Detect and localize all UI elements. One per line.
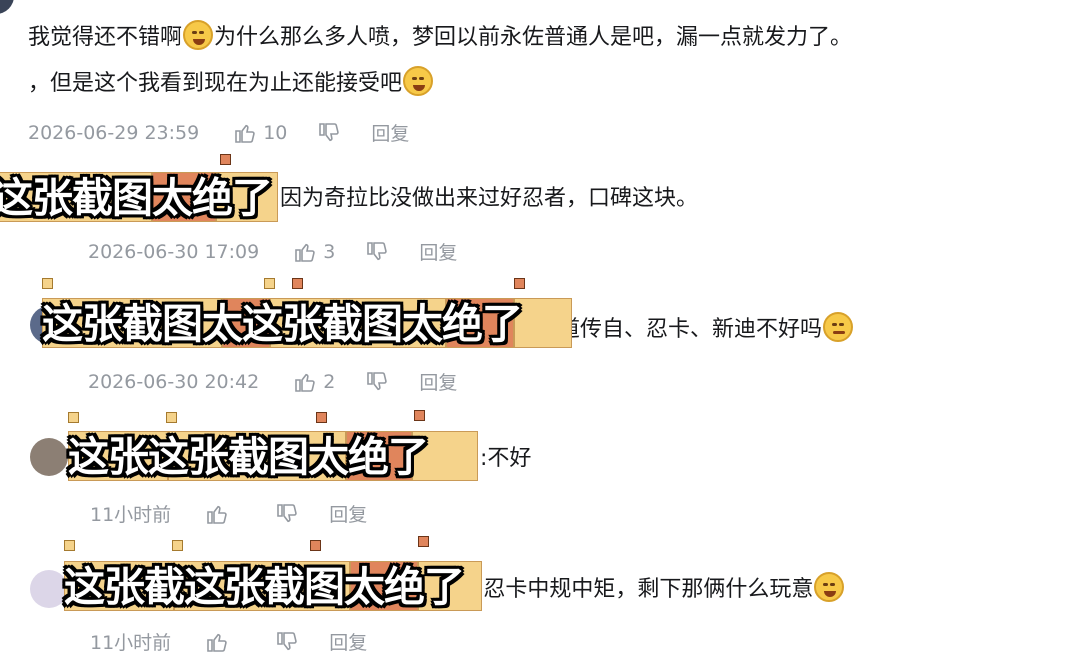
thumbs-up-icon[interactable]	[205, 502, 229, 526]
comment-meta: 2026-06-30 17:09 3 回复	[88, 238, 457, 265]
thumbs-up-icon[interactable]	[293, 240, 317, 264]
sticker-handle	[310, 540, 321, 551]
reply-button[interactable]: 回复	[419, 368, 457, 395]
comment-text: 我觉得还不错啊 为什么那么多人喷，梦回以前永佐普通人是吧，漏一点就发力了。	[28, 20, 852, 53]
comment-meta: 11小时前 回复	[90, 500, 367, 527]
tear-emoji-icon	[403, 66, 434, 96]
thumbs-up-icon[interactable]	[205, 630, 229, 654]
thumbs-down-icon[interactable]	[317, 121, 341, 145]
thumbs-down-icon[interactable]	[275, 502, 299, 526]
sticker-handle	[414, 410, 425, 421]
reply-button[interactable]: 回复	[329, 628, 367, 655]
timestamp: 2026-06-30 17:09	[88, 240, 260, 263]
timestamp: 11小时前	[90, 632, 172, 654]
sticker-handle	[220, 154, 231, 165]
thumbs-down-icon[interactable]	[365, 240, 389, 264]
thumbs-up-icon[interactable]	[233, 121, 257, 145]
sticker-overlay: 这张截这张截图太绝了	[64, 555, 482, 611]
thumbs-down-icon[interactable]	[365, 370, 389, 394]
comment-text: :忍卡中规中矩，剩下那俩什么玩意	[476, 572, 845, 605]
comment-text: 因为奇拉比没做出来过好忍者，口碑这块。	[280, 186, 699, 211]
laugh-emoji-icon	[183, 20, 214, 50]
reply-button[interactable]: 回复	[419, 238, 457, 265]
comment-meta: 2026-06-30 20:42 2 回复	[88, 368, 457, 395]
avatar[interactable]	[0, 0, 14, 14]
reply-button[interactable]: 回复	[371, 119, 409, 146]
suspicious-emoji-icon	[823, 312, 854, 342]
comment-meta: 11小时前 回复	[90, 628, 367, 655]
like-count: 10	[263, 121, 288, 144]
sticker-handle	[292, 278, 303, 289]
timestamp: 11小时前	[90, 504, 172, 526]
sticker-handle	[418, 536, 429, 547]
sticker-handle	[166, 412, 177, 423]
sticker-handle	[316, 412, 327, 423]
reply-button[interactable]: 回复	[329, 500, 367, 527]
timestamp: 2026-06-29 23:59	[28, 121, 200, 144]
tear-emoji-icon	[814, 572, 845, 602]
sticker-handle	[264, 278, 275, 289]
comment-text: 难道传自、忍卡、新迪不好吗	[536, 312, 854, 345]
sticker-overlay: 这张截图太这张截图太绝了	[42, 292, 572, 348]
sticker-overlay: 这张截图太绝了	[0, 166, 278, 222]
avatar[interactable]	[30, 570, 68, 608]
sticker-handle	[172, 540, 183, 551]
like-count: 2	[323, 370, 336, 393]
comment-text: :不好	[480, 446, 532, 471]
sticker-handle	[68, 412, 79, 423]
avatar[interactable]	[30, 438, 68, 476]
sticker-overlay: 这张这张截图太绝了	[68, 425, 478, 481]
like-count: 3	[323, 240, 336, 263]
sticker-handle	[42, 278, 53, 289]
sticker-handle	[514, 278, 525, 289]
thumbs-down-icon[interactable]	[275, 630, 299, 654]
thumbs-up-icon[interactable]	[293, 370, 317, 394]
timestamp: 2026-06-30 20:42	[88, 370, 260, 393]
comment-text: ，但是这个我看到现在为止还能接受吧	[28, 66, 434, 99]
comment-meta: 2026-06-29 23:59 10 回复	[28, 119, 409, 146]
sticker-handle	[64, 540, 75, 551]
